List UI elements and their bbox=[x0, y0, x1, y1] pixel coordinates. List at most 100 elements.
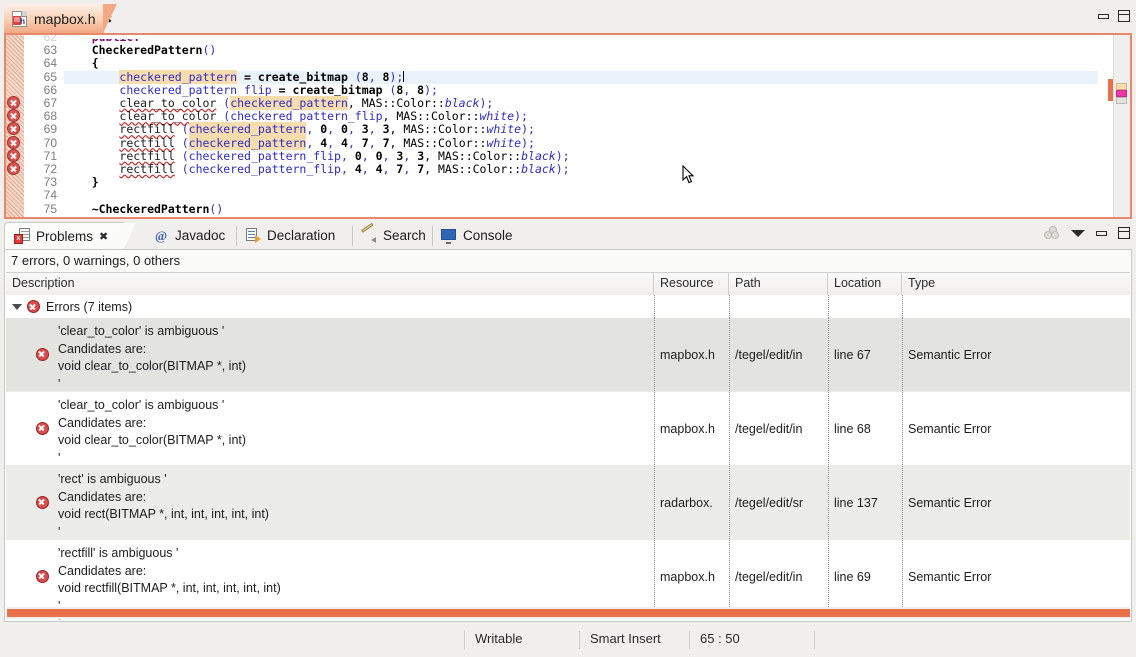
code-token: checkered_pattern bbox=[119, 69, 238, 84]
cell-location: line 67 bbox=[834, 347, 871, 362]
code-token: 7 bbox=[361, 135, 369, 150]
column-header-type[interactable]: Type bbox=[902, 273, 1130, 295]
code-line[interactable]: rectfill (checkered_pattern_flip, 4, 4 , … bbox=[64, 163, 1098, 176]
code-token: , bbox=[382, 148, 397, 163]
tab-console[interactable]: Console bbox=[432, 222, 516, 249]
problems-table-header: Description Resource Path Location Type bbox=[6, 273, 1130, 296]
code-line[interactable]: public: bbox=[64, 39, 1098, 44]
code-token: ); bbox=[555, 148, 570, 163]
tab-label: Declaration bbox=[267, 228, 336, 243]
description-line: Candidates are: bbox=[58, 415, 147, 430]
editor-overview-ruler[interactable] bbox=[1108, 35, 1130, 217]
scrollbar-thumb[interactable] bbox=[7, 609, 1130, 617]
minimize-icon[interactable] bbox=[1096, 230, 1107, 236]
maximize-icon[interactable] bbox=[1118, 10, 1130, 22]
column-header-path[interactable]: Path bbox=[729, 273, 828, 295]
text-caret bbox=[403, 70, 405, 82]
horizontal-scrollbar[interactable] bbox=[7, 607, 1130, 619]
code-line[interactable]: ~CheckeredPattern() bbox=[64, 201, 1098, 216]
tab-javadoc[interactable]: @ Javadoc bbox=[144, 222, 236, 249]
column-header-resource[interactable]: Resource bbox=[654, 273, 729, 295]
code-token: () bbox=[209, 201, 224, 216]
cell-location: line 68 bbox=[834, 421, 871, 436]
code-token: ( bbox=[174, 122, 189, 137]
code-token: checkered_pattern_flip bbox=[119, 82, 272, 97]
code-token: 7 bbox=[382, 135, 390, 150]
overview-ruler-mark[interactable] bbox=[1116, 97, 1127, 104]
source-editor[interactable]: 62 63 64 65 66 67 68 69 70 71 72 73 74 75 public: Che… bbox=[4, 33, 1132, 219]
code-token: ); bbox=[555, 162, 570, 176]
filters-icon[interactable] bbox=[1044, 226, 1060, 240]
code-token: 4 bbox=[375, 162, 383, 176]
code-line[interactable]: rectfill (checkered_pattern, 4, 4, 7, 7,… bbox=[64, 135, 1098, 150]
code-line[interactable]: clear_to_color (checkered_pattern_flip, … bbox=[64, 110, 1098, 123]
column-divider bbox=[729, 392, 730, 465]
tab-search[interactable]: Search bbox=[352, 222, 432, 249]
code-token: , bbox=[368, 135, 383, 150]
line-number: 70 bbox=[43, 135, 57, 150]
code-line[interactable]: CheckeredPattern() bbox=[64, 44, 1098, 57]
editor-line-number-ruler: 62 63 64 65 66 67 68 69 70 71 72 73 74 75 bbox=[24, 35, 64, 217]
problems-table[interactable]: Description Resource Path Location Type Erro… bbox=[6, 272, 1130, 620]
status-bar: Writable Smart Insert 65 : 50 bbox=[0, 622, 1136, 657]
editor-tab-mapbox-h[interactable]: ▤ h mapbox.h ✖ bbox=[4, 4, 117, 33]
status-insert-mode: Smart Insert bbox=[579, 631, 689, 649]
description-line: Candidates are: bbox=[58, 563, 147, 578]
tab-declaration[interactable]: Declaration bbox=[236, 222, 352, 249]
code-line[interactable]: clear_to_color (checkered_pattern, MAS::… bbox=[64, 96, 1098, 110]
table-row[interactable]: 'rect' is ambiguous ' Candidates are: void… bbox=[6, 466, 1130, 540]
description-line: ' bbox=[58, 524, 61, 539]
expand-collapse-triangle-icon[interactable] bbox=[12, 303, 22, 310]
code-token: black bbox=[521, 148, 556, 163]
overview-ruler-mark[interactable] bbox=[1116, 90, 1127, 97]
code-line[interactable]: checkered_pattern_flip = create_bitmap (… bbox=[64, 82, 1098, 97]
code-line-current[interactable]: checkered_pattern = create_bitmap (8, 8)… bbox=[64, 69, 1098, 84]
code-token: , bbox=[403, 162, 418, 176]
cell-path: /tegel/edit/sr bbox=[735, 495, 804, 510]
editor-code-area[interactable]: public: CheckeredPattern() { checkered_p… bbox=[64, 35, 1098, 217]
code-token: , bbox=[403, 148, 418, 163]
table-row[interactable]: 'clear_to_color' is ambiguous ' Candidate… bbox=[6, 392, 1130, 466]
status-trailing-divider bbox=[814, 631, 825, 649]
cell-path: /tegel/edit/in bbox=[735, 569, 803, 584]
tab-problems[interactable]: x Problems ✖ bbox=[4, 222, 136, 250]
close-icon[interactable]: ✖ bbox=[99, 230, 108, 243]
code-token: , bbox=[306, 135, 321, 150]
editor-annotation-gutter[interactable] bbox=[6, 35, 24, 217]
problems-group-row-errors[interactable]: Errors (7 items) bbox=[6, 295, 1130, 318]
code-token: 3 bbox=[382, 122, 390, 137]
overview-ruler-mark[interactable] bbox=[1116, 83, 1127, 90]
code-token: = bbox=[237, 69, 258, 84]
table-row[interactable]: 'rectfill' is ambiguous ' Candidates are:… bbox=[6, 540, 1130, 614]
cell-path: /tegel/edit/in bbox=[735, 421, 803, 436]
column-divider bbox=[902, 318, 903, 391]
cell-location: line 137 bbox=[834, 495, 878, 510]
line-number: 71 bbox=[43, 148, 57, 163]
line-number: 68 bbox=[43, 109, 57, 124]
line-number: 72 bbox=[43, 162, 57, 176]
line-number: 75 bbox=[43, 201, 57, 216]
code-token: clear_to_color bbox=[119, 96, 217, 110]
code-token: ( bbox=[216, 109, 231, 124]
code-token: , MAS::Color:: bbox=[424, 148, 522, 163]
code-line[interactable]: rectfill (checkered_pattern_flip, 0, 0 , … bbox=[64, 148, 1098, 163]
code-token: { bbox=[64, 56, 99, 71]
line-number: 74 bbox=[43, 188, 57, 203]
cell-type: Semantic Error bbox=[908, 347, 992, 362]
code-line[interactable] bbox=[64, 189, 1098, 202]
code-line[interactable]: } bbox=[64, 176, 1098, 189]
code-token: , bbox=[327, 122, 341, 137]
column-header-location[interactable]: Location bbox=[828, 273, 902, 295]
code-token: () bbox=[202, 43, 217, 58]
error-marker-icon[interactable] bbox=[7, 162, 22, 177]
minimize-icon[interactable] bbox=[1098, 13, 1109, 19]
code-token: , bbox=[382, 162, 397, 176]
column-header-description[interactable]: Description bbox=[6, 273, 654, 295]
code-line[interactable]: { bbox=[64, 57, 1098, 70]
code-token: 3 bbox=[361, 122, 369, 137]
close-icon[interactable]: ✖ bbox=[102, 13, 112, 25]
code-line[interactable]: rectfill (checkered_pattern, 0, 0, 3, 3,… bbox=[64, 122, 1098, 137]
maximize-icon[interactable] bbox=[1118, 227, 1130, 239]
view-menu-chevron-down-icon[interactable] bbox=[1071, 229, 1085, 237]
table-row[interactable]: 'clear_to_color' is ambiguous ' Candidate… bbox=[6, 318, 1130, 392]
